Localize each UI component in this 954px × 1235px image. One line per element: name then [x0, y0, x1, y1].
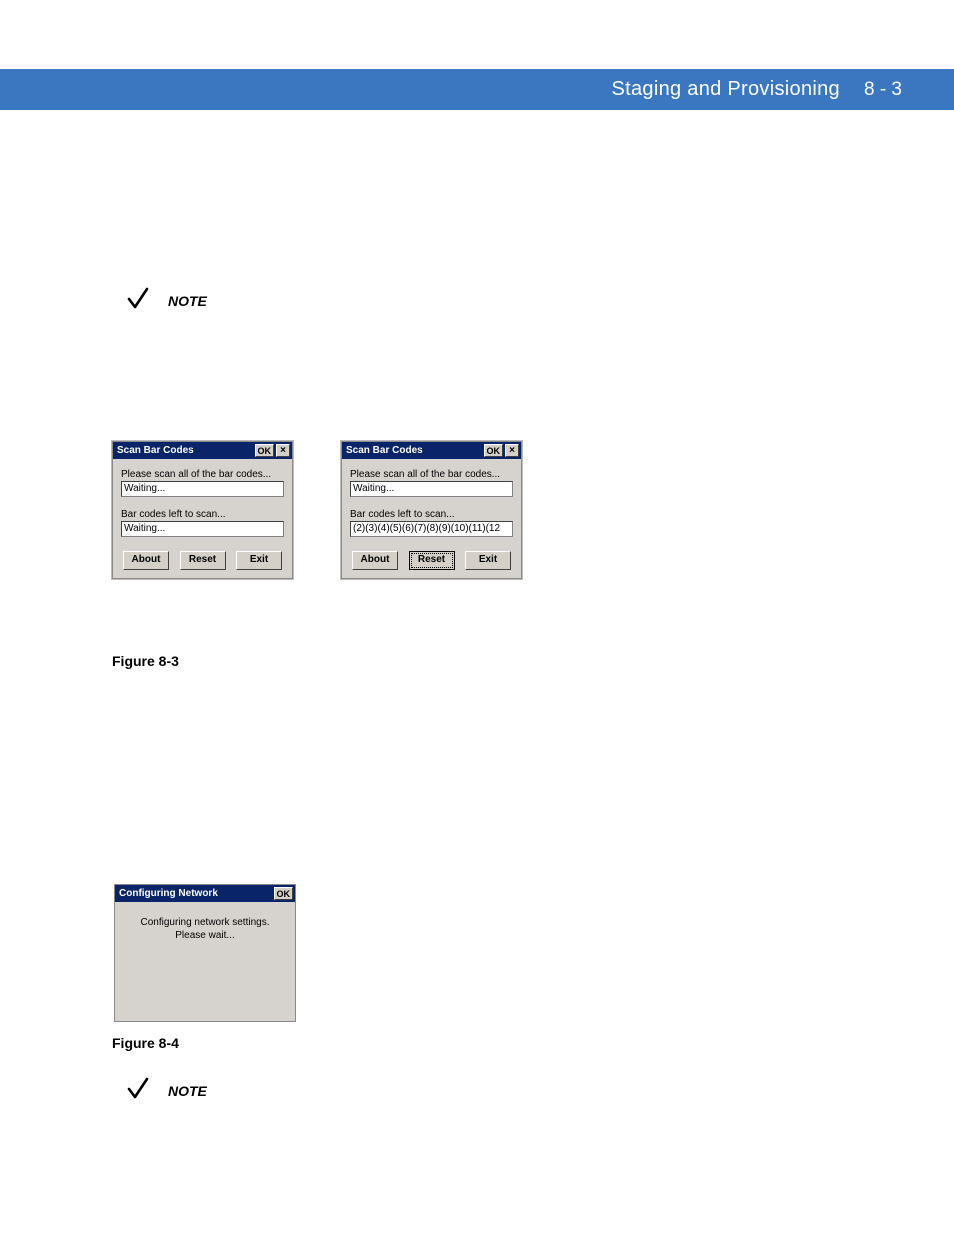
dialog-titlebar: Scan Bar Codes OK ×	[113, 442, 292, 459]
about-button[interactable]: About	[123, 551, 169, 570]
figure-caption-8-3: Figure 8-3	[112, 653, 179, 669]
scan-status-field[interactable]: Waiting...	[350, 481, 513, 497]
prompt-label: Please scan all of the bar codes...	[350, 469, 513, 480]
remaining-field[interactable]: (2)(3)(4)(5)(6)(7)(8)(9)(10)(11)(12	[350, 521, 513, 537]
scan-status-field[interactable]: Waiting...	[121, 481, 284, 497]
header-title: Staging and Provisioning	[612, 78, 840, 101]
config-body: Configuring network settings. Please wai…	[115, 902, 295, 1021]
ok-button[interactable]: OK	[255, 444, 275, 457]
ok-button[interactable]: OK	[484, 444, 504, 457]
ok-button[interactable]: OK	[274, 887, 294, 900]
checkmark-icon	[126, 1075, 150, 1103]
note-block-1: NOTE	[126, 285, 207, 313]
remaining-label: Bar codes left to scan...	[350, 509, 513, 520]
note-label: NOTE	[168, 293, 207, 309]
remaining-label: Bar codes left to scan...	[121, 509, 284, 520]
close-button[interactable]: ×	[505, 444, 519, 457]
reset-button[interactable]: Reset	[409, 551, 455, 570]
figure-caption-8-4: Figure 8-4	[112, 1035, 179, 1051]
prompt-label: Please scan all of the bar codes...	[121, 469, 284, 480]
exit-button[interactable]: Exit	[465, 551, 511, 570]
dialog-titlebar: Scan Bar Codes OK ×	[342, 442, 521, 459]
dialog-title-text: Scan Bar Codes	[117, 445, 194, 456]
checkmark-icon	[126, 285, 150, 313]
note-label: NOTE	[168, 1083, 207, 1099]
scan-bar-codes-dialog-b: Scan Bar Codes OK × Please scan all of t…	[341, 441, 522, 579]
about-button[interactable]: About	[352, 551, 398, 570]
dialog-titlebar: Configuring Network OK	[115, 885, 295, 902]
configuring-network-dialog: Configuring Network OK Configuring netwo…	[114, 884, 296, 1022]
close-button[interactable]: ×	[276, 444, 290, 457]
remaining-field[interactable]: Waiting...	[121, 521, 284, 537]
dialog-title-text: Scan Bar Codes	[346, 445, 423, 456]
note-block-2: NOTE	[126, 1075, 207, 1103]
page-header-band: Staging and Provisioning 8 - 3	[0, 69, 954, 110]
config-message: Configuring network settings. Please wai…	[115, 916, 295, 942]
dialog-title-text: Configuring Network	[119, 888, 218, 899]
header-page-number: 8 - 3	[864, 79, 902, 101]
reset-button[interactable]: Reset	[180, 551, 226, 570]
scan-bar-codes-dialog-a: Scan Bar Codes OK × Please scan all of t…	[112, 441, 293, 579]
exit-button[interactable]: Exit	[236, 551, 282, 570]
